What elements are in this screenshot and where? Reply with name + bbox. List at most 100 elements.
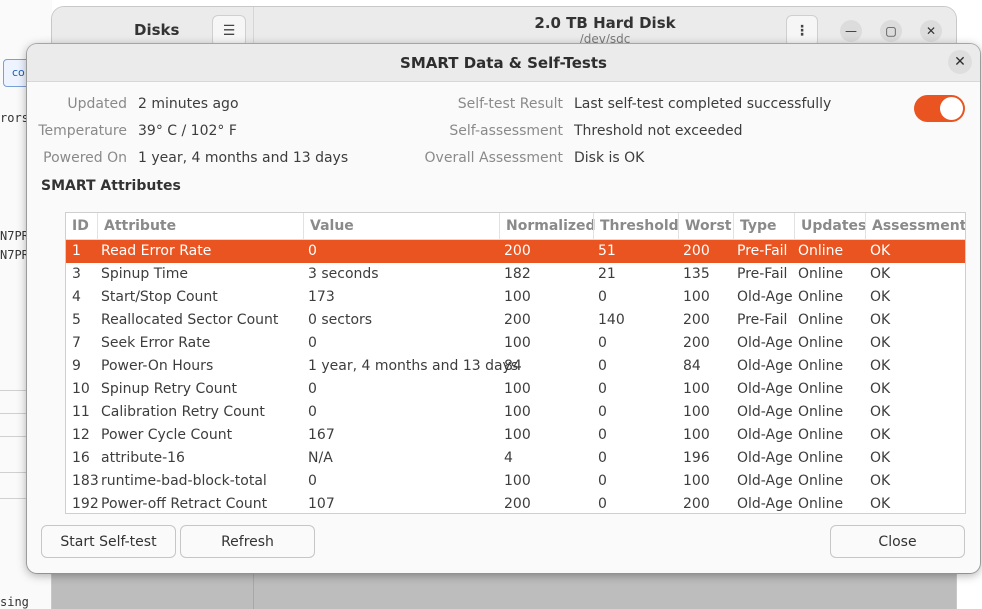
cell-updates: Online [798,496,844,512]
cell-updates: Online [798,335,844,351]
cell-threshold: 0 [598,427,607,443]
table-row[interactable]: 5 Reallocated Sector Count 0 sectors 200 140… [66,309,965,332]
cell-updates: Online [798,404,844,420]
smart-enabled-toggle[interactable] [914,95,965,122]
cell-normalized: 4 [504,450,513,466]
cell-attribute: attribute-16 [101,450,185,466]
dialog-close-icon[interactable]: ✕ [948,50,972,74]
cell-threshold: 0 [598,381,607,397]
cell-worst: 200 [683,496,710,512]
refresh-button[interactable]: Refresh [180,525,315,558]
cell-type: Old-Age [737,404,793,420]
cell-id: 7 [72,335,81,351]
cell-value: 0 [308,473,317,489]
table-row[interactable]: 11 Calibration Retry Count 0 100 0 100 Old-Age… [66,401,965,424]
table-row[interactable]: 7 Seek Error Rate 0 100 0 200 Old-Age Online OK [66,332,965,355]
cell-worst: 84 [683,358,701,374]
window-close-icon[interactable]: ✕ [920,20,942,42]
close-button[interactable]: Close [830,525,965,558]
table-row[interactable]: 4 Start/Stop Count 173 100 0 100 Old-Age Online… [66,286,965,309]
cell-assessment: OK [870,358,891,374]
cell-updates: Online [798,381,844,397]
cell-worst: 200 [683,312,710,328]
cell-id: 1 [72,243,81,259]
cell-assessment: OK [870,266,891,282]
cell-worst: 100 [683,427,710,443]
cell-id: 3 [72,266,81,282]
cell-threshold: 0 [598,335,607,351]
cell-threshold: 0 [598,289,607,305]
table-row[interactable]: 3 Spinup Time 3 seconds 182 21 135 Pre-Fail Onl… [66,263,965,286]
cell-value: 173 [308,289,335,305]
cell-updates: Online [798,450,844,466]
table-row[interactable]: 10 Spinup Retry Count 0 100 0 100 Old-Age Onlin… [66,378,965,401]
cell-value: 0 [308,404,317,420]
column-header-id[interactable]: ID [66,213,96,239]
cell-normalized: 100 [504,473,531,489]
cell-threshold: 0 [598,496,607,512]
cell-worst: 196 [683,450,710,466]
cell-type: Old-Age [737,358,793,374]
cell-updates: Online [798,289,844,305]
minimize-icon[interactable]: — [840,20,862,42]
cell-type: Old-Age [737,473,793,489]
cell-id: 11 [72,404,90,420]
start-self-test-button[interactable]: Start Self-test [41,525,176,558]
toggle-knob [940,97,963,120]
cell-threshold: 0 [598,450,607,466]
table-row[interactable]: 192 Power-off Retract Count 107 200 0 200 Old-… [66,493,965,513]
column-header-assessment[interactable]: Assessment [865,213,965,239]
cell-worst: 200 [683,335,710,351]
table-row[interactable]: 9 Power-On Hours 1 year, 4 months and 13 d… [66,355,965,378]
cell-normalized: 100 [504,427,531,443]
cell-attribute: Spinup Time [101,266,189,282]
cell-attribute: Read Error Rate [101,243,212,259]
cell-threshold: 21 [598,266,616,282]
column-header-attribute[interactable]: Attribute [97,213,303,239]
info-label: Self-assessment [449,123,563,139]
column-header-normalized[interactable]: Normalized [499,213,596,239]
background-text: N7PR [0,248,29,262]
cell-assessment: OK [870,243,891,259]
cell-worst: 100 [683,404,710,420]
cell-type: Old-Age [737,496,793,512]
column-header-worst[interactable]: Worst [678,213,733,239]
table-row[interactable]: 12 Power Cycle Count 167 100 0 100 Old-Age Onli… [66,424,965,447]
menu-icon[interactable]: ☰ [212,15,246,47]
cell-worst: 100 [683,289,710,305]
cell-normalized: 200 [504,243,531,259]
cell-assessment: OK [870,427,891,443]
table-row[interactable]: 1 Read Error Rate 0 200 51 200 Pre-Fail Online O… [66,240,965,263]
cell-normalized: 200 [504,312,531,328]
cell-updates: Online [798,243,844,259]
table-row[interactable]: 16 attribute-16 N/A 4 0 196 Old-Age Online OK [66,447,965,470]
smart-dialog: SMART Data & Self-Tests ✕ Updated 2 minu… [27,44,980,573]
cell-value: 167 [308,427,335,443]
column-header-updates[interactable]: Updates [794,213,866,239]
cell-id: 9 [72,358,81,374]
cell-type: Pre-Fail [737,312,788,328]
cell-attribute: Start/Stop Count [101,289,218,305]
more-options-icon[interactable]: ⋮ [786,15,818,47]
info-label: Overall Assessment [424,150,563,166]
column-header-value[interactable]: Value [303,213,499,239]
cell-id: 4 [72,289,81,305]
cell-attribute: Spinup Retry Count [101,381,238,397]
column-header-type[interactable]: Type [733,213,794,239]
cell-worst: 100 [683,473,710,489]
maximize-icon[interactable]: ▢ [880,20,902,42]
cell-value: 0 [308,243,317,259]
cell-attribute: runtime-bad-block-total [101,473,267,489]
column-header-threshold[interactable]: Threshold [593,213,679,239]
cell-assessment: OK [870,450,891,466]
cell-id: 10 [72,381,90,397]
cell-normalized: 100 [504,404,531,420]
cell-threshold: 140 [598,312,625,328]
cell-attribute: Power Cycle Count [101,427,233,443]
background-text: sing [0,595,29,609]
smart-attributes-table[interactable]: ID Attribute Value Normalized Threshold … [65,212,966,514]
table-row[interactable]: 183 runtime-bad-block-total 0 100 0 100 Old-Ag… [66,470,965,493]
cell-type: Old-Age [737,289,793,305]
table-body: 1 Read Error Rate 0 200 51 200 Pre-Fail Online O… [66,240,965,513]
cell-worst: 200 [683,243,710,259]
